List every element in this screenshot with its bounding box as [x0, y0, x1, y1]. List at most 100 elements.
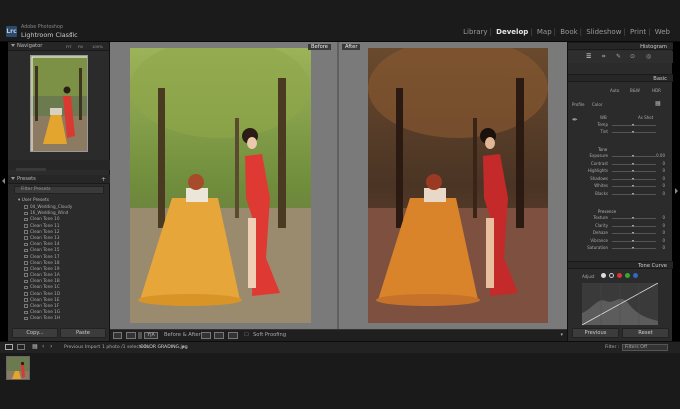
presets-header[interactable]: Presets +	[8, 175, 110, 184]
slider-knob[interactable]	[632, 124, 635, 126]
slider-value[interactable]: 0	[662, 176, 665, 181]
grid-view-icon[interactable]: ▦	[32, 343, 38, 350]
treatment-auto[interactable]: Auto	[610, 88, 619, 93]
left-panel-toggle-icon[interactable]	[2, 178, 5, 184]
treatment-bw[interactable]: B&W	[630, 88, 640, 93]
filter-select[interactable]: Filters Off	[622, 344, 668, 351]
reset-button[interactable]: Reset	[622, 328, 669, 338]
ya-button[interactable]: Y|A	[144, 332, 158, 339]
preset-label: Clean Tone 1A	[30, 272, 60, 278]
filter-presets-input[interactable]: Filter Presets	[14, 186, 104, 194]
slider-knob[interactable]	[632, 193, 635, 195]
treatment-hdr[interactable]: HDR	[652, 88, 661, 93]
wb-select[interactable]: As Shot	[638, 115, 653, 120]
curve-parametric-icon[interactable]	[601, 273, 606, 278]
nav-100[interactable]: 100%	[92, 42, 103, 51]
slider-value[interactable]: 0	[662, 245, 665, 250]
copy-after-to-before-icon[interactable]	[214, 332, 224, 339]
slider-value[interactable]: 0	[662, 223, 665, 228]
after-image[interactable]	[368, 48, 548, 323]
slider-knob[interactable]	[632, 247, 635, 250]
slider-value[interactable]: 0.00	[656, 153, 665, 158]
copy-before-to-after-icon[interactable]	[201, 332, 211, 339]
soft-proofing-label: Soft Proofing	[253, 332, 287, 338]
slider-knob[interactable]	[632, 224, 635, 227]
masking-icon[interactable]: ◎	[646, 53, 651, 60]
preset-label: Clean Tone 14	[30, 241, 60, 247]
forward-icon[interactable]: ›	[50, 343, 52, 350]
healing-icon[interactable]: ✎	[616, 53, 621, 60]
slider-knob[interactable]	[632, 162, 635, 165]
crop-icon[interactable]: ⌗	[602, 53, 605, 61]
wb-eyedropper-icon[interactable]: ✒	[572, 116, 578, 124]
module-develop[interactable]: Develop	[494, 28, 530, 36]
second-window-icon[interactable]	[17, 344, 25, 350]
curve-point-rgb-icon[interactable]	[609, 273, 614, 278]
app-menu-caret-icon[interactable]: ▾	[70, 31, 73, 37]
navigator-header[interactable]: Navigator FIT Fill 100%	[8, 42, 109, 51]
identity-plate: Lrc Adobe Photoshop Lightroom Classic ▾ …	[0, 0, 680, 42]
preset-label: 04_Wedding_Cloudy	[30, 204, 73, 209]
tone-curve-graph[interactable]	[582, 283, 658, 325]
swap-before-after-icon[interactable]	[228, 332, 238, 339]
nav-fill[interactable]: Fill	[78, 42, 83, 51]
curve-green-icon[interactable]	[625, 273, 630, 278]
basic-header[interactable]: Basic	[568, 74, 673, 82]
module-library[interactable]: Library	[461, 28, 489, 36]
module-slideshow[interactable]: Slideshow	[584, 28, 623, 36]
module-print[interactable]: Print	[628, 28, 648, 36]
slider-value[interactable]: 0	[662, 215, 665, 220]
main-window-icon[interactable]	[5, 344, 13, 350]
module-map[interactable]: Map	[535, 28, 554, 36]
slider-knob[interactable]	[632, 232, 635, 235]
slider-value[interactable]: 0	[662, 161, 665, 166]
back-icon[interactable]: ‹	[42, 343, 44, 350]
loupe-view-icon[interactable]	[113, 332, 122, 339]
slider-knob[interactable]	[632, 170, 635, 173]
navigator-preview[interactable]	[30, 55, 88, 152]
red-eye-icon[interactable]: ⊙	[630, 53, 635, 60]
slider-knob[interactable]	[632, 177, 635, 180]
slider-value[interactable]: 0	[662, 183, 665, 188]
curve-blue-icon[interactable]	[633, 273, 638, 278]
profile-browser-icon[interactable]: ▦	[655, 100, 661, 107]
filename-dropdown-icon[interactable]: ▾	[182, 344, 185, 350]
curve-red-icon[interactable]	[617, 273, 622, 278]
group-label: User Presets	[21, 198, 49, 203]
preset-checkbox-icon	[24, 285, 28, 290]
preset-label: 16_Wedding_Wind	[30, 210, 69, 216]
right-panel-toggle-icon[interactable]	[675, 188, 678, 194]
slider-value[interactable]: 0	[662, 191, 665, 196]
slider-value[interactable]: 0	[662, 168, 665, 173]
slider-value[interactable]: 0	[662, 238, 665, 243]
histogram-header[interactable]: Histogram	[568, 42, 673, 50]
preset-label: Clean Tone 1B	[30, 278, 60, 284]
source-label[interactable]: Previous Import	[64, 345, 100, 350]
previous-button[interactable]: Previous	[572, 328, 619, 338]
nav-fit[interactable]: FIT	[66, 42, 72, 51]
view-dropdown-icon[interactable]	[138, 332, 142, 339]
preset-label: Clean Tone 13	[30, 234, 60, 240]
soft-proofing-checkbox[interactable]: ☐	[244, 332, 249, 338]
tone-curve-header[interactable]: Tone Curve	[568, 261, 673, 269]
module-book[interactable]: Book	[558, 28, 579, 36]
slider-knob[interactable]	[632, 185, 635, 188]
filmstrip-thumbnail[interactable]	[6, 356, 30, 380]
slider-knob[interactable]	[632, 155, 635, 157]
before-after-lr-icon[interactable]	[126, 332, 136, 339]
copy-button[interactable]: Copy...	[12, 328, 58, 338]
edit-sliders-icon[interactable]: ☰	[586, 53, 591, 60]
before-image[interactable]	[130, 48, 311, 323]
preset-item[interactable]: Clean Tone 1H	[8, 315, 110, 321]
toolbar-menu-icon[interactable]: ▾	[560, 332, 563, 338]
add-preset-icon[interactable]: +	[101, 175, 106, 184]
profile-select[interactable]: Color	[592, 102, 602, 107]
user-presets-group[interactable]: ▾ User Presets	[18, 198, 49, 203]
slider-value[interactable]: 0	[662, 230, 665, 235]
slider-knob[interactable]	[632, 217, 635, 219]
slider-knob[interactable]	[632, 239, 635, 242]
filename-label[interactable]: COLOR GRADING.jpg	[140, 345, 188, 350]
slider-knob[interactable]	[632, 131, 635, 133]
module-web[interactable]: Web	[653, 28, 672, 36]
paste-button[interactable]: Paste	[60, 328, 106, 338]
